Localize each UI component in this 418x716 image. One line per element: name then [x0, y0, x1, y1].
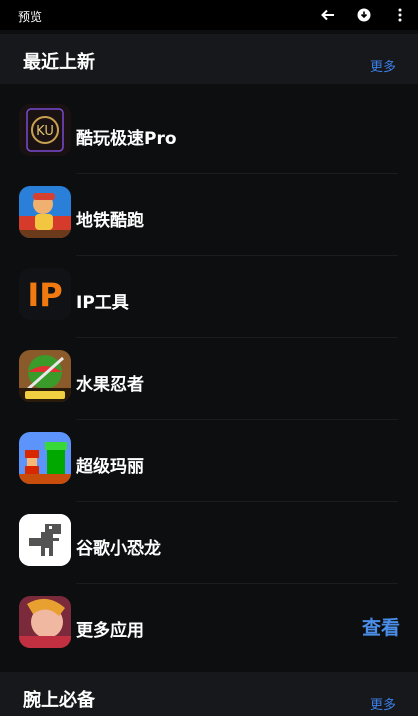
more-link[interactable]: 更多 [370, 56, 396, 75]
section-header-essentials: 腕上必备 更多 [0, 672, 418, 716]
list-item-subway[interactable]: 地铁酷跑 [0, 174, 418, 256]
subway-surfers-icon [19, 186, 71, 238]
section-title: 腕上必备 [23, 690, 95, 711]
fruit-ninja-icon [19, 350, 71, 402]
kuwan-logo-icon: KU [19, 104, 71, 156]
app-name: 更多应用 [76, 621, 144, 641]
section-header-new: 最近上新 更多 [0, 34, 418, 84]
list-item-dino[interactable]: 谷歌小恐龙 [0, 502, 418, 584]
ip-tool-icon: IP [19, 268, 71, 320]
more-vertical-icon[interactable] [390, 5, 410, 25]
page-title: 预览 [18, 10, 43, 24]
chrome-dino-icon [19, 514, 71, 566]
app-name: IP工具 [76, 293, 129, 313]
app-name: 酷玩极速Pro [76, 129, 177, 149]
download-icon[interactable] [354, 5, 374, 25]
app-name: 超级玛丽 [76, 457, 144, 477]
more-apps-icon [19, 596, 71, 648]
ip-tool-logo-text: IP [27, 276, 62, 314]
app-name: 地铁酷跑 [76, 211, 144, 231]
back-arrow-icon[interactable] [318, 5, 338, 25]
list-item-more-apps[interactable]: 更多应用 查看 [0, 584, 418, 666]
app-name: 谷歌小恐龙 [76, 539, 161, 559]
view-button[interactable]: 查看 [362, 613, 400, 640]
more-link[interactable]: 更多 [370, 694, 396, 713]
list-item-mario[interactable]: 超级玛丽 [0, 420, 418, 502]
kuwan-logo-text: KU [36, 124, 54, 139]
top-bar: 预览 [0, 0, 418, 30]
list-item-ip-tool[interactable]: IP IP工具 [0, 256, 418, 338]
app-name: 水果忍者 [76, 375, 144, 395]
list-item-fruit-ninja[interactable]: 水果忍者 [0, 338, 418, 420]
section-title: 最近上新 [23, 52, 95, 73]
super-mario-icon [19, 432, 71, 484]
list-item-kuwan[interactable]: KU 酷玩极速Pro [0, 92, 418, 174]
